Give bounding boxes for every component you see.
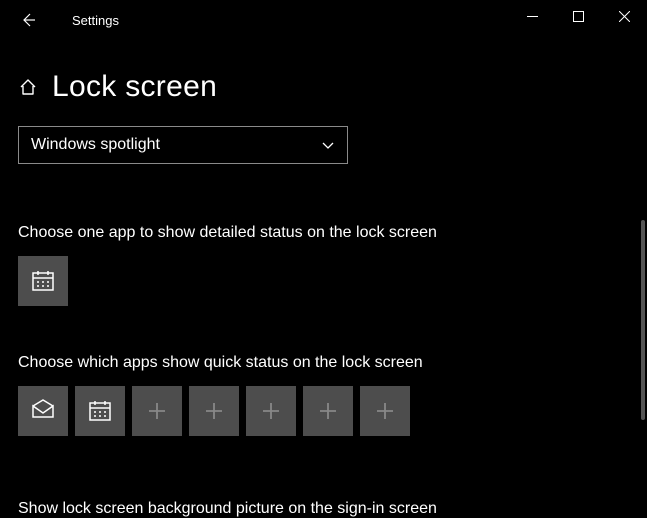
plus-icon	[317, 400, 339, 422]
dropdown-selected-value: Windows spotlight	[31, 136, 160, 154]
quick-app-tile-add-5[interactable]	[360, 386, 410, 436]
plus-icon	[260, 400, 282, 422]
app-title: Settings	[72, 13, 119, 28]
minimize-button[interactable]	[509, 0, 555, 32]
quick-app-tile-add-2[interactable]	[189, 386, 239, 436]
plus-icon	[203, 400, 225, 422]
quick-app-tile-add-3[interactable]	[246, 386, 296, 436]
calendar-icon	[87, 398, 113, 424]
home-icon	[18, 77, 38, 97]
maximize-icon	[573, 11, 584, 22]
titlebar: Settings	[0, 0, 647, 40]
detailed-status-label: Choose one app to show detailed status o…	[18, 224, 629, 242]
page-header: Lock screen	[0, 40, 647, 104]
page-title: Lock screen	[52, 70, 217, 104]
background-dropdown[interactable]: Windows spotlight	[18, 126, 348, 164]
calendar-icon	[30, 268, 56, 294]
back-button[interactable]	[14, 6, 42, 34]
quick-app-tile-add-1[interactable]	[132, 386, 182, 436]
close-button[interactable]	[601, 0, 647, 32]
quick-status-apps	[18, 386, 629, 436]
content: Windows spotlight Choose one app to show…	[0, 104, 647, 518]
quick-app-tile-mail[interactable]	[18, 386, 68, 436]
plus-icon	[374, 400, 396, 422]
detailed-status-apps	[18, 256, 629, 306]
arrow-left-icon	[19, 11, 37, 29]
quick-status-label: Choose which apps show quick status on t…	[18, 354, 629, 372]
window-controls	[509, 0, 647, 32]
chevron-down-icon	[321, 138, 335, 152]
signin-picture-label: Show lock screen background picture on t…	[18, 500, 629, 518]
minimize-icon	[527, 11, 538, 22]
maximize-button[interactable]	[555, 0, 601, 32]
quick-app-tile-add-4[interactable]	[303, 386, 353, 436]
scrollbar[interactable]	[641, 220, 645, 420]
plus-icon	[146, 400, 168, 422]
close-icon	[619, 11, 630, 22]
detailed-app-tile-calendar[interactable]	[18, 256, 68, 306]
mail-icon	[29, 397, 57, 425]
quick-app-tile-calendar[interactable]	[75, 386, 125, 436]
